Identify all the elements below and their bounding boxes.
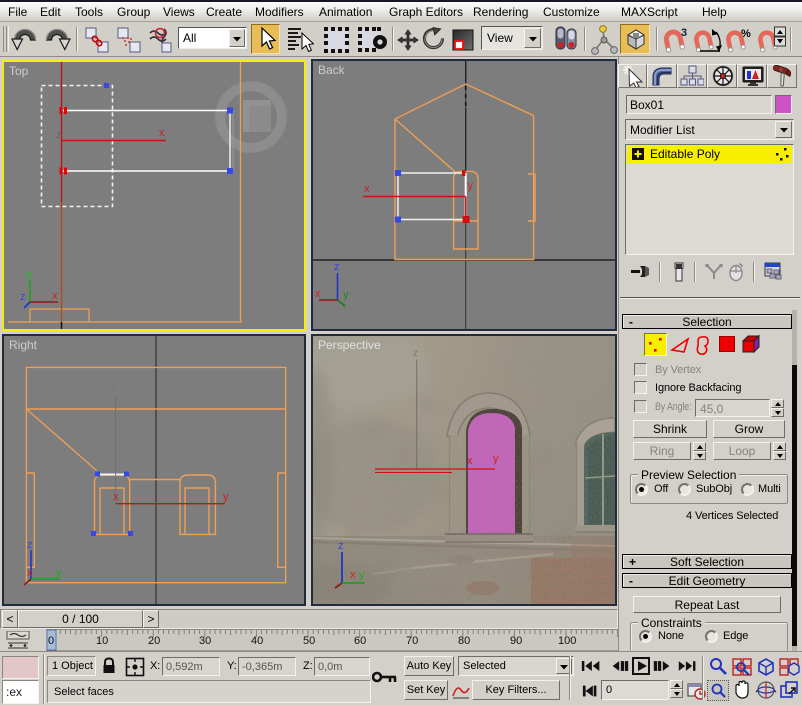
- svg-text:60: 60: [354, 635, 366, 647]
- svg-text:x: x: [350, 569, 356, 581]
- svg-text:70: 70: [406, 635, 418, 647]
- svg-text:y: y: [468, 180, 474, 192]
- svg-text:z: z: [27, 539, 33, 551]
- svg-text:%: %: [741, 28, 751, 40]
- svg-text:20: 20: [148, 635, 160, 647]
- svg-text:z: z: [338, 540, 344, 552]
- svg-text:z: z: [112, 383, 118, 395]
- svg-text:y: y: [343, 289, 349, 301]
- svg-text:30: 30: [199, 635, 211, 647]
- svg-text:y: y: [493, 453, 499, 465]
- svg-text:90: 90: [510, 635, 522, 647]
- svg-text:z: z: [413, 348, 418, 359]
- svg-text:x: x: [315, 288, 321, 300]
- svg-text:x: x: [159, 127, 165, 139]
- svg-text:z: z: [56, 129, 62, 141]
- svg-text:x: x: [52, 290, 58, 302]
- svg-text:3: 3: [681, 27, 687, 39]
- svg-text:z: z: [334, 261, 340, 273]
- svg-text:y: y: [26, 269, 32, 281]
- svg-text:y: y: [359, 569, 365, 581]
- svg-text:10: 10: [96, 635, 108, 647]
- svg-text:x: x: [467, 455, 473, 467]
- svg-text:x: x: [113, 491, 119, 503]
- svg-text:40: 40: [251, 635, 263, 647]
- svg-text:x: x: [364, 183, 370, 195]
- svg-text:z: z: [20, 291, 26, 303]
- svg-text:50: 50: [303, 635, 315, 647]
- svg-text:0: 0: [48, 635, 54, 647]
- svg-text:100: 100: [558, 635, 576, 647]
- svg-text:x: x: [27, 567, 33, 579]
- svg-text:80: 80: [458, 635, 470, 647]
- svg-text:y: y: [223, 491, 229, 503]
- svg-text:y: y: [56, 567, 62, 579]
